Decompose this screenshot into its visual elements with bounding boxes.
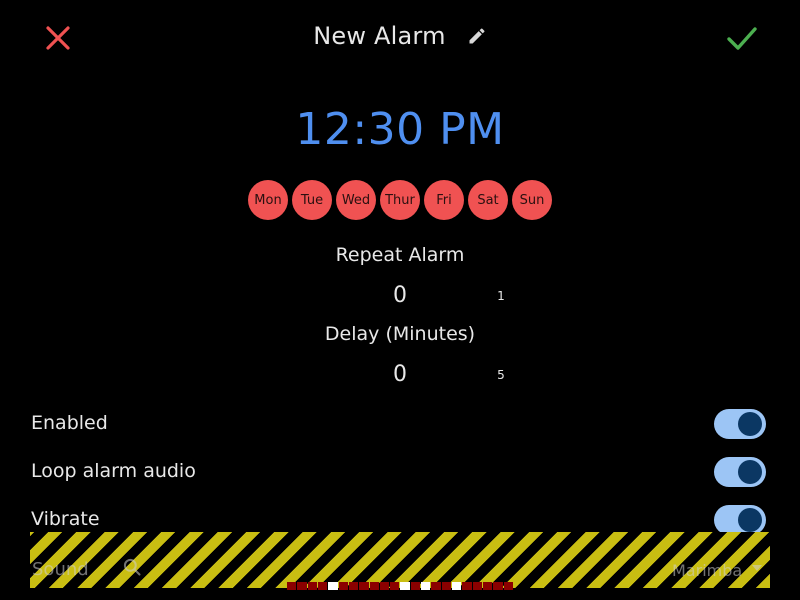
day-selector: Mon Tue Wed Thur Fri Sat Sun [248, 180, 552, 220]
header: New Alarm [0, 22, 800, 56]
overflow-warning-banner: Sound Marimba [30, 532, 770, 588]
day-wed-button[interactable]: Wed [336, 180, 376, 220]
repeat-alarm-label: Repeat Alarm [335, 244, 465, 266]
toggle-knob [738, 412, 762, 436]
day-thur-button[interactable]: Thur [380, 180, 420, 220]
day-sat-button[interactable]: Sat [468, 180, 508, 220]
check-icon [727, 27, 757, 50]
day-mon-button[interactable]: Mon [248, 180, 288, 220]
loop-alarm-audio-label: Loop alarm audio [31, 460, 196, 482]
sound-label: Sound [32, 559, 89, 580]
day-fri-button[interactable]: Fri [424, 180, 464, 220]
day-tue-button[interactable]: Tue [292, 180, 332, 220]
delay-minutes-input[interactable]: 0 [370, 362, 430, 387]
delay-minutes-hint: 5 [497, 368, 505, 382]
pencil-icon[interactable] [467, 26, 487, 46]
delay-minutes-label: Delay (Minutes) [324, 323, 476, 345]
enabled-label: Enabled [31, 412, 108, 434]
vibrate-toggle[interactable] [714, 505, 766, 535]
sound-select[interactable]: Marimba [672, 561, 742, 580]
page-title: New Alarm [313, 22, 446, 50]
repeat-alarm-hint: 1 [497, 289, 505, 303]
confirm-button[interactable] [724, 20, 760, 56]
toggle-knob [738, 508, 762, 532]
overflow-indicator [287, 582, 513, 590]
loop-alarm-audio-toggle[interactable] [714, 457, 766, 487]
vibrate-label: Vibrate [31, 508, 100, 530]
enabled-toggle[interactable] [714, 409, 766, 439]
toggle-knob [738, 460, 762, 484]
dropdown-arrow-icon[interactable] [750, 560, 764, 574]
search-icon[interactable] [122, 557, 142, 577]
day-sun-button[interactable]: Sun [512, 180, 552, 220]
repeat-alarm-input[interactable]: 0 [370, 283, 430, 308]
alarm-time[interactable]: 12:30 PM [0, 104, 800, 155]
